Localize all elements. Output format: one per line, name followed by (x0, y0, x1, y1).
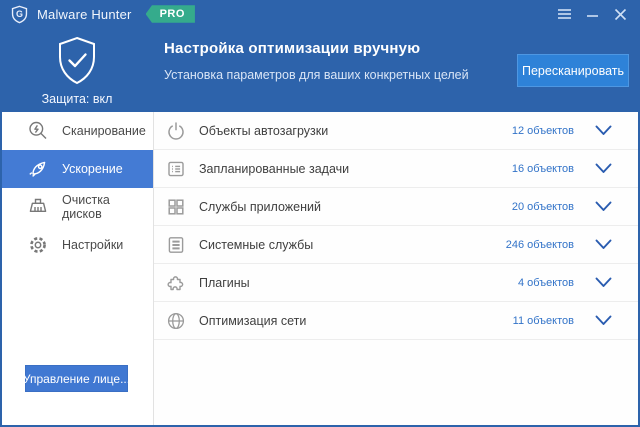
protection-status: Защита: вкл (42, 92, 113, 106)
sidebar-item-label: Сканирование (62, 124, 146, 138)
option-count: 246 объектов (506, 239, 574, 251)
option-row-system[interactable]: Системные службы246 объектов (154, 226, 638, 264)
license-management-button[interactable]: Управление лице... (25, 365, 128, 392)
option-label: Запланированные задачи (199, 162, 512, 176)
optimization-list: Объекты автозагрузки12 объектовЗапланиро… (154, 112, 638, 425)
sidebar-menu: Сканирование Ускорение Очистка дисков Настр… (2, 112, 153, 264)
option-row-network[interactable]: Оптимизация сети11 объектов (154, 302, 638, 340)
chevron-down-icon[interactable] (595, 163, 612, 174)
plugins-icon (166, 273, 186, 293)
app-window: G Malware Hunter PRO (0, 0, 640, 427)
sidebar-item-label: Очистка дисков (62, 193, 153, 221)
app-title: Malware Hunter (37, 7, 132, 22)
sidebar-item-scan[interactable]: Сканирование (2, 112, 153, 150)
boost-icon (27, 158, 49, 180)
option-count: 12 объектов (512, 125, 574, 137)
protection-panel: Защита: вкл (0, 28, 154, 112)
chevron-down-icon[interactable] (595, 277, 612, 288)
apps-icon (166, 197, 186, 217)
chevron-down-icon[interactable] (595, 315, 612, 326)
app-branding: G Malware Hunter PRO (10, 5, 195, 24)
svg-text:G: G (16, 9, 23, 19)
settings-icon (27, 234, 49, 256)
scan-icon (27, 120, 49, 142)
network-icon (166, 311, 186, 331)
option-label: Службы приложений (199, 200, 512, 214)
sidebar-item-boost[interactable]: Ускорение (2, 150, 153, 188)
chevron-down-icon[interactable] (595, 239, 612, 250)
option-label: Системные службы (199, 238, 506, 252)
system-icon (166, 235, 186, 255)
power-icon (166, 121, 186, 141)
lower-area: Сканирование Ускорение Очистка дисков Настр… (2, 112, 638, 425)
tasks-icon (166, 159, 186, 179)
option-row-tasks[interactable]: Запланированные задачи16 объектов (154, 150, 638, 188)
option-row-apps[interactable]: Службы приложений20 объектов (154, 188, 638, 226)
option-row-plugins[interactable]: Плагины4 объектов (154, 264, 638, 302)
option-count: 20 объектов (512, 201, 574, 213)
option-label: Объекты автозагрузки (199, 124, 512, 138)
option-count: 16 объектов (512, 163, 574, 175)
sidebar: Сканирование Ускорение Очистка дисков Настр… (2, 112, 154, 425)
chevron-down-icon[interactable] (595, 201, 612, 212)
page-title: Настройка оптимизации вручную (164, 40, 510, 57)
close-button[interactable] (608, 3, 632, 25)
option-count: 4 объектов (518, 277, 574, 289)
rescan-button[interactable]: Пересканировать (517, 54, 629, 87)
header-band: Защита: вкл Настройка оптимизации вручну… (0, 28, 640, 112)
option-label: Плагины (199, 276, 518, 290)
option-row-power[interactable]: Объекты автозагрузки12 объектов (154, 112, 638, 150)
page-header: Настройка оптимизации вручную Установка … (154, 28, 640, 112)
title-bar: G Malware Hunter PRO (0, 0, 640, 28)
option-label: Оптимизация сети (199, 314, 513, 328)
chevron-down-icon[interactable] (595, 125, 612, 136)
app-logo-shield-icon: G (10, 5, 29, 24)
protection-shield-icon (54, 36, 100, 86)
option-count: 11 объектов (513, 315, 574, 327)
minimize-button[interactable] (580, 3, 604, 25)
menu-icon[interactable] (552, 3, 576, 25)
pro-badge: PRO (146, 5, 195, 23)
page-subtitle: Установка параметров для ваших конкретны… (164, 68, 510, 82)
sidebar-item-label: Ускорение (62, 162, 123, 176)
sidebar-item-disk-cleanup[interactable]: Очистка дисков (2, 188, 153, 226)
window-controls (552, 3, 632, 25)
disk-cleanup-icon (27, 196, 49, 218)
sidebar-item-label: Настройки (62, 238, 123, 252)
sidebar-item-settings[interactable]: Настройки (2, 226, 153, 264)
